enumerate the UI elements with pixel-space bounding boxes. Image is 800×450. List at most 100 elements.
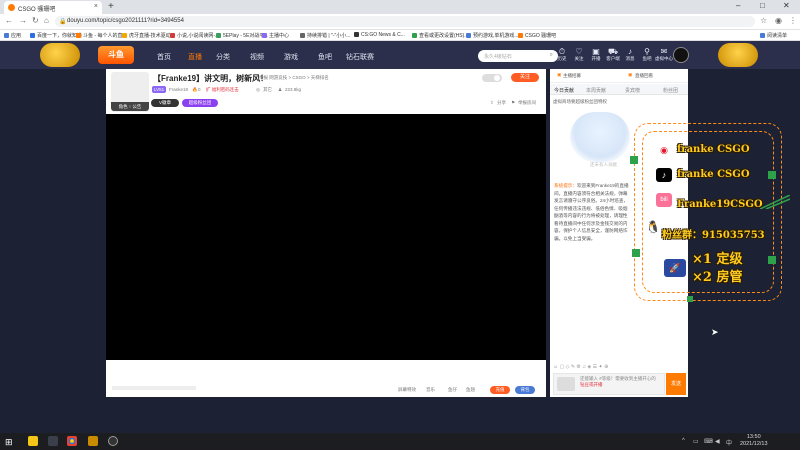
system-message-text: 欢迎来到Franke19的直播间。直播内容须符合相关法规，弹幕发言请遵守公序良俗… [554, 183, 629, 241]
header-action-icon: ♡ [575, 47, 583, 56]
header-action[interactable]: ♡ 关注 [570, 47, 588, 62]
nav-link-4[interactable]: 游戏 [284, 52, 298, 62]
bookmark-item[interactable]: 预约游戏,单机游戏... [466, 32, 519, 39]
nav-link-6[interactable]: 钻石联赛 [346, 52, 374, 62]
fish-button[interactable]: 鱼仔 [448, 387, 457, 393]
file-explorer-icon[interactable] [48, 436, 58, 446]
streamer-name[interactable]: Franke19 [169, 87, 188, 92]
report-icon[interactable]: ⚑ [511, 100, 515, 106]
url-field[interactable]: 🔒 douyu.com/topic/csgo2021111?rid=349455… [55, 16, 755, 27]
tray-icon[interactable]: 中 [726, 438, 732, 447]
bookmark-item[interactable]: 应用 [4, 32, 21, 39]
bookmark-item[interactable]: 5EPlay - 5E对战平... [216, 32, 269, 39]
screen-effects-toggle[interactable]: 屏幕特效 [398, 387, 416, 393]
recharge-button[interactable]: 充值 [490, 386, 510, 394]
close-window-button[interactable]: ✕ [783, 1, 790, 10]
browser-tab[interactable]: CSGO 骚珊吧 × [4, 1, 102, 14]
header-action[interactable]: ⏱ 历史 [553, 47, 571, 62]
minimize-button[interactable]: – [736, 1, 740, 10]
ranking-tab-1[interactable]: 本周贡献 [586, 87, 606, 94]
reload-icon[interactable]: ↻ [32, 16, 39, 25]
replay-link[interactable]: 直播回看 [635, 73, 653, 79]
profile-icon[interactable]: ◉ [775, 16, 782, 25]
bookmark-icon [30, 33, 35, 38]
bookmark-item[interactable]: 查看或更改设置(HS)... [412, 32, 468, 39]
promo-tag[interactable]: 扩 福利密码连击 [206, 87, 239, 93]
fan-club-badge[interactable]: 超级粉丝团 [182, 99, 218, 107]
tray-icon[interactable]: ^ [682, 438, 685, 444]
bookmark-icon [262, 33, 267, 38]
header-action[interactable]: ♪ 消息 [621, 47, 639, 62]
windows-start-icon[interactable]: ⊞ [5, 437, 13, 448]
new-tab-button[interactable]: + [108, 1, 114, 12]
nav-link-2[interactable]: 分类 [216, 52, 230, 62]
home-icon[interactable]: ⌂ [44, 16, 49, 25]
header-action-label: 客户端 [606, 56, 620, 61]
header-action[interactable]: ⛟ 客户端 [604, 47, 622, 62]
share-icon[interactable]: ⇪ [490, 100, 494, 106]
v-badge[interactable]: V徽章 [151, 99, 179, 107]
recruit-link[interactable]: 主播招募 [563, 73, 581, 79]
header-action[interactable]: ▣ 开播 [587, 47, 605, 62]
app-icon[interactable] [28, 436, 38, 446]
follow-button[interactable]: 关注 [511, 73, 539, 82]
music-button[interactable]: 音乐 [426, 387, 435, 393]
nav-link-3[interactable]: 视频 [250, 52, 264, 62]
back-icon[interactable]: ← [5, 16, 13, 25]
tray-icon[interactable]: ⌨ [704, 438, 713, 445]
backpack-button[interactable]: 背包 [515, 386, 535, 394]
bookmark-item[interactable]: CSGO 骚珊吧 [518, 32, 556, 39]
bookmark-item[interactable]: 斗鱼 - 每个人的直... [76, 32, 127, 39]
chat-input[interactable]: 还能输入 #等级！需要收到主播开心的 钻豆或开播 [553, 373, 665, 395]
menu-icon[interactable]: ⋮ [789, 16, 797, 25]
ranking-tab-3[interactable]: 粉丝团 [663, 87, 678, 94]
chat-input-hint-link[interactable]: 钻豆或开播 [580, 382, 603, 387]
location-icon: ◎ [256, 87, 260, 92]
tray-icon[interactable]: ▭ [693, 438, 699, 445]
ranking-tab-2[interactable]: 贵宾榜 [625, 87, 640, 94]
fin-button[interactable]: 鱼翅 [466, 387, 475, 393]
video-player[interactable] [106, 114, 546, 360]
bookmark-icon [354, 32, 359, 37]
clock-time: 13:50 [746, 434, 761, 440]
browser-tabstrip [0, 0, 800, 14]
room-category[interactable]: 举报 网游竞技 > CSGO > 天梯排名 [259, 75, 329, 81]
obs-icon[interactable] [108, 436, 118, 446]
bookmark-item[interactable]: 百度一下，你就知道 [30, 32, 82, 39]
user-avatar[interactable] [673, 47, 689, 63]
forward-icon[interactable]: → [19, 16, 27, 25]
close-tab-icon[interactable]: × [94, 3, 98, 10]
extensions-icon[interactable]: ☆ [760, 16, 767, 25]
chat-tools[interactable]: ☺ ▢ ◇ ✎ ⚙ ♫ ◈ ☰ ✦ ⊕ [553, 364, 608, 370]
bookmark-icon [170, 33, 175, 38]
bookmark-item[interactable]: 小说,小说阅读网-... [170, 32, 219, 39]
notify-toggle[interactable] [482, 74, 502, 82]
header-action-label: 消息 [625, 56, 635, 61]
report-label[interactable]: 举报房间 [518, 100, 536, 106]
search-input[interactable]: 永久4级钻石 ⌕ [478, 50, 558, 62]
mascot-decoration [40, 43, 80, 67]
nav-link-0[interactable]: 首页 [157, 52, 171, 62]
maximize-button[interactable]: □ [760, 1, 765, 10]
green-marker [687, 296, 693, 302]
bookmark-item[interactable]: 虎牙直播-技术驱动... [122, 32, 175, 39]
send-button[interactable]: 发送 [666, 373, 686, 395]
chrome-icon[interactable] [67, 436, 77, 446]
bookmark-item[interactable]: 持续排错 | "-"小小... [300, 32, 350, 39]
header-action-label: 开播 [591, 56, 601, 61]
nav-link-5[interactable]: 鱼吧 [318, 52, 332, 62]
douyu-logo[interactable]: 斗鱼 [98, 46, 134, 64]
ranking-tab-0[interactable]: 今日贡献 [554, 87, 574, 94]
bookmark-item[interactable]: CS:GO News & C... [354, 32, 405, 38]
share-label[interactable]: 分享 [497, 100, 506, 106]
panel-notice[interactable]: 虚拟商场要超级粉丝团特权 [553, 99, 607, 105]
header-action[interactable]: ✉ 虚拟中心 [655, 47, 673, 62]
header-action[interactable]: ⚲ 鱼吧 [638, 47, 656, 62]
tray-icon[interactable]: ◀ [715, 438, 720, 445]
bookmark-item[interactable]: 阅读清单 [760, 32, 787, 39]
game-app-icon[interactable] [88, 436, 98, 446]
url-text: douyu.com/topic/csgo2021111?rid=3494554 [67, 18, 184, 24]
bookmark-item[interactable]: 主播中心 [262, 32, 289, 39]
followers-icon: ♟ [278, 87, 283, 92]
nav-link-1[interactable]: 直播 [188, 52, 202, 62]
